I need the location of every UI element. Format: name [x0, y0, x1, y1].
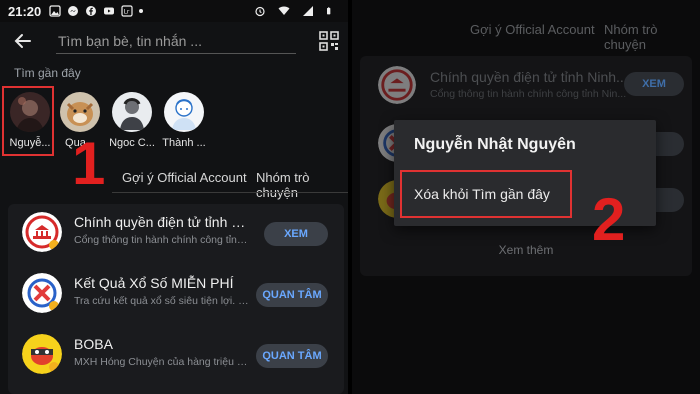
recent-section-label: Tìm gần đây	[14, 66, 81, 80]
lr-app-icon: Lr	[121, 5, 133, 17]
dot-icon	[139, 9, 144, 13]
battery-icon	[327, 7, 331, 15]
oa-title: Chính quyền điện tử tỉnh Ninh...	[430, 69, 628, 85]
right-screen: Gợi ý Official Account Nhóm trò chuyện C…	[352, 0, 700, 394]
search-input[interactable]	[56, 28, 296, 54]
signal-icon	[303, 6, 313, 16]
wifi-icon	[278, 6, 290, 15]
oa-description: Cổng thông tin hành chính công tỉnh Nin.…	[430, 88, 627, 100]
search-bar	[0, 22, 348, 60]
tab-group-chats-dimmed: Nhóm trò chuyện	[604, 22, 658, 52]
alarm-icon	[255, 6, 265, 17]
recent-contact-name: Thành ...	[162, 137, 206, 149]
oa-logo-ninh-thuan	[22, 212, 62, 252]
oa-logo-ninh-thuan	[378, 66, 416, 104]
view-button[interactable]: XEM	[264, 222, 328, 246]
highlight-box-step-2	[400, 170, 572, 218]
oa-description: Tra cứu kết quả xổ số siêu tiện lợi. Sử.…	[74, 295, 250, 307]
follow-button[interactable]: QUAN TÂM	[256, 283, 328, 307]
list-item[interactable]: BOBA MXH Hóng Chuyện của hàng triệu bạ..…	[8, 326, 344, 386]
tab-divider	[112, 192, 348, 193]
avatar	[112, 92, 152, 132]
tab-group-chats[interactable]: Nhóm trò chuyện	[256, 170, 348, 200]
list-item[interactable]: Chính quyền điện tử tỉnh Ninh... Cổng th…	[8, 204, 344, 264]
context-menu-title: Nguyễn Nhật Nguyên	[414, 136, 576, 153]
avatar	[164, 92, 204, 132]
status-time: 21:20	[8, 3, 42, 19]
oa-logo-boba	[22, 334, 62, 374]
qr-code-icon[interactable]	[318, 30, 340, 52]
image-icon	[49, 5, 61, 17]
svg-text:Lr: Lr	[124, 9, 130, 16]
step-number-2: 2	[592, 186, 626, 253]
list-item[interactable]: Kết Quả Xổ Số MIỄN PHÍ Tra cứu kết quả x…	[8, 265, 344, 325]
oa-description: Cổng thông tin hành chính công tỉnh Nin.…	[74, 234, 250, 246]
see-more-link[interactable]: Xem thêm	[352, 243, 700, 257]
follow-button[interactable]: QUAN TÂM	[256, 344, 328, 368]
oa-description: MXH Hóng Chuyện của hàng triệu bạ...	[74, 356, 250, 368]
left-screen: 21:20 Lr Tìm gần đây Nguyễ...	[0, 0, 348, 394]
recent-contact-name: Ngoc C...	[109, 137, 155, 149]
oa-title: Kết Quả Xổ Số MIỄN PHÍ	[74, 275, 234, 291]
facebook-icon	[86, 6, 97, 16]
tab-official-account[interactable]: Gợi ý Official Account	[122, 170, 247, 185]
highlight-box-step-1	[2, 86, 54, 156]
tab-official-account-dimmed: Gợi ý Official Account	[470, 22, 595, 37]
back-arrow-icon[interactable]	[12, 30, 34, 52]
oa-logo-xo-so	[22, 273, 62, 313]
recent-contact[interactable]: Thành ...	[158, 92, 210, 149]
oa-title: Chính quyền điện tử tỉnh Ninh...	[74, 214, 254, 230]
recent-contact[interactable]: Ngoc C...	[106, 92, 158, 149]
status-bar: 21:20 Lr	[0, 0, 348, 22]
step-number-1: 1	[72, 130, 106, 197]
messenger-icon	[68, 6, 79, 16]
view-button[interactable]: XEM	[624, 72, 684, 96]
youtube-icon	[104, 7, 115, 15]
oa-title: BOBA	[74, 336, 113, 352]
official-account-list: Chính quyền điện tử tỉnh Ninh... Cổng th…	[8, 204, 344, 394]
avatar	[60, 92, 100, 132]
